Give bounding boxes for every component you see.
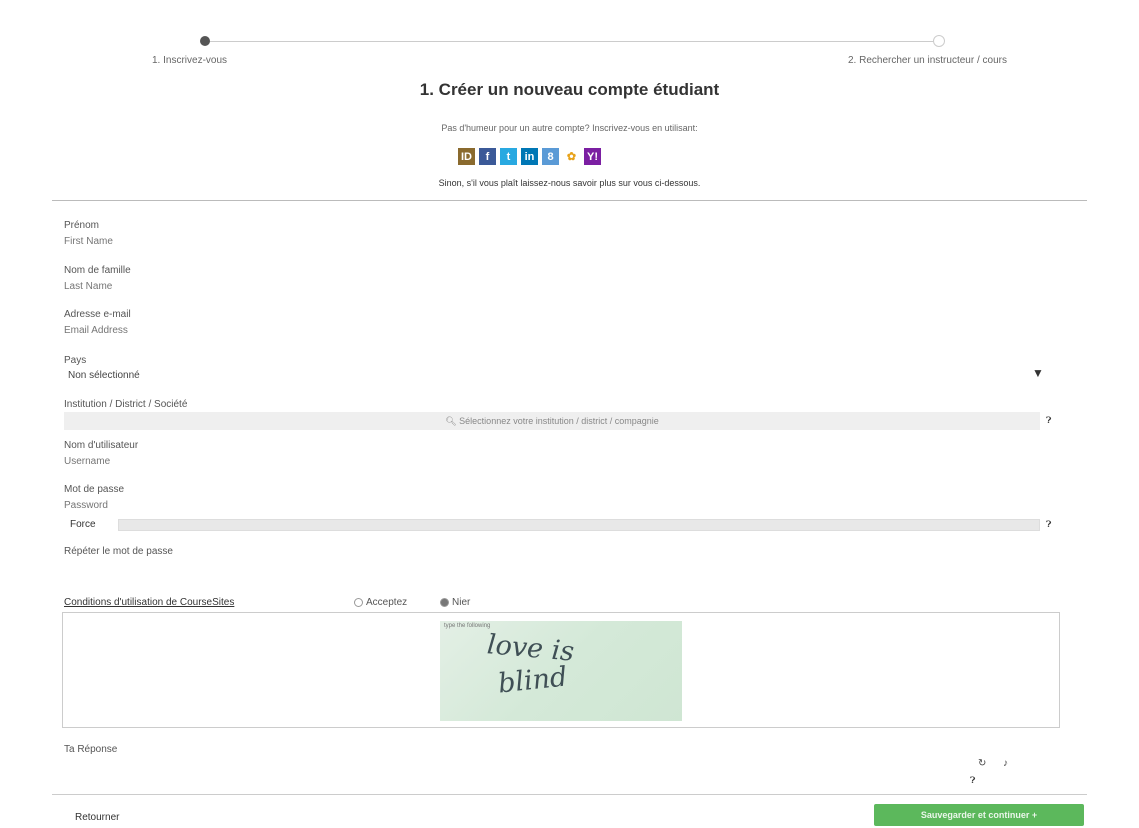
institution-help-icon[interactable]: ❓︎ — [1046, 415, 1051, 426]
windows-live-icon[interactable]: ✿ — [563, 148, 580, 165]
deny-terms-label: Nier — [452, 597, 471, 608]
linkedin-icon[interactable]: in — [521, 148, 538, 165]
footer-divider — [52, 794, 1087, 795]
accept-terms-label: Acceptez — [366, 597, 408, 608]
google-plus-icon[interactable]: 8 — [542, 148, 559, 165]
deny-terms-radio[interactable]: Nier — [440, 597, 470, 608]
country-label: Pays — [64, 355, 87, 366]
accept-radio-dot[interactable] — [354, 598, 363, 607]
first-name-label: Prénom — [64, 220, 100, 231]
page-title: 1. Créer un nouveau compte étudiant — [419, 80, 720, 99]
header-divider — [52, 200, 1087, 201]
institution-label: Institution / District / Société — [64, 399, 188, 410]
last-name-label: Nom de famille — [64, 265, 131, 276]
password-input[interactable] — [64, 497, 1054, 513]
yahoo-icon[interactable]: Y! — [584, 148, 601, 165]
openid-icon[interactable]: ID — [458, 148, 475, 165]
social-login-buttons: ID f t in 8 ✿ Y! — [458, 148, 601, 165]
plus-icon: + — [1031, 810, 1038, 820]
username-label: Nom d'utilisateur — [64, 440, 139, 451]
captcha-help-icon[interactable]: ❓︎ — [970, 775, 975, 786]
password-help-icon[interactable]: ❓︎ — [1046, 519, 1051, 530]
form-intro-text: Sinon, s'il vous plaît laissez-nous savo… — [438, 178, 701, 188]
save-button-label: Sauvegarder et continuer — [920, 810, 1030, 820]
save-and-continue-button[interactable]: Sauvegarder et continuer + — [874, 804, 1084, 826]
captcha-answer-input[interactable] — [64, 760, 954, 776]
repeat-password-input[interactable] — [64, 562, 1054, 578]
first-name-input[interactable] — [64, 233, 1054, 249]
password-strength-meter — [118, 519, 1040, 531]
twitter-icon[interactable]: t — [500, 148, 517, 165]
username-input[interactable] — [64, 453, 1054, 469]
country-select[interactable]: Non sélectionné — [68, 370, 140, 381]
accept-terms-radio[interactable]: Acceptez — [354, 597, 407, 608]
step-2-indicator — [933, 35, 945, 47]
last-name-input[interactable] — [64, 278, 1054, 294]
step-2-label: 2. Rechercher un instructeur / cours — [848, 55, 1007, 66]
search-icon: 🔍︎ — [445, 416, 457, 426]
email-label: Adresse e-mail — [64, 309, 131, 320]
repeat-password-label: Répéter le mot de passe — [64, 546, 173, 557]
facebook-icon[interactable]: f — [479, 148, 496, 165]
step-1-label: 1. Inscrivez-vous — [152, 55, 228, 66]
password-strength-label: Force — [70, 519, 96, 530]
institution-search-field[interactable]: 🔍︎ Sélectionnez votre institution / dist… — [64, 412, 1040, 430]
social-login-prompt: Pas d'humeur pour un autre compte? Inscr… — [441, 123, 698, 133]
dropdown-arrow-icon[interactable]: ▼ — [1032, 366, 1044, 380]
terms-of-use-link[interactable]: Conditions d'utilisation de CourseSites — [64, 597, 234, 608]
refresh-captcha-icon[interactable]: ↻ — [978, 758, 986, 769]
institution-placeholder: Sélectionnez votre institution / distric… — [459, 416, 659, 426]
back-button[interactable]: Retourner — [75, 812, 119, 823]
captcha-hint: type the following — [444, 623, 491, 629]
deny-radio-dot[interactable] — [440, 598, 449, 607]
answer-label: Ta Réponse — [64, 744, 118, 755]
audio-captcha-icon[interactable]: ♪ — [1003, 758, 1008, 769]
password-label: Mot de passe — [64, 484, 125, 495]
step-1-indicator — [200, 36, 210, 46]
email-input[interactable] — [64, 322, 1054, 338]
stepper-track — [205, 41, 940, 42]
